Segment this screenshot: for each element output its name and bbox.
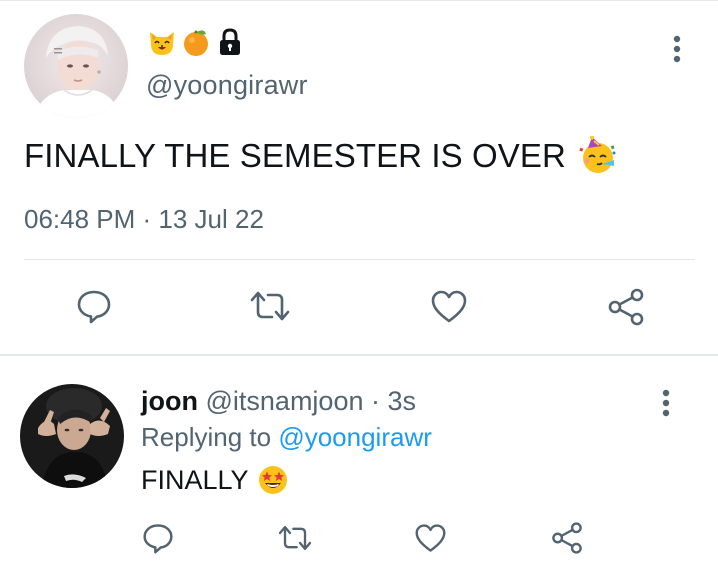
- cat-face-emoji: [146, 26, 178, 58]
- reply-text-content: FINALLY: [141, 464, 249, 495]
- tweet-text: FINALLY THE SEMESTER IS OVER: [24, 135, 618, 176]
- reply-share-icon[interactable]: [550, 521, 584, 555]
- lock-icon: [214, 26, 246, 58]
- like-icon[interactable]: [430, 289, 468, 325]
- star-struck-emoji: [257, 464, 289, 496]
- reply-icon[interactable]: [76, 288, 112, 324]
- replying-to-prefix: Replying to: [141, 422, 279, 452]
- partying-face-emoji: [578, 135, 618, 176]
- reply-time: 3s: [387, 386, 417, 416]
- reply-separator: ·: [363, 386, 388, 416]
- tangerine-emoji: [180, 26, 212, 58]
- reply-display-name[interactable]: joon: [141, 386, 198, 416]
- thread-divider: [0, 354, 718, 356]
- reply-text: FINALLY: [141, 464, 289, 496]
- share-icon[interactable]: [606, 287, 646, 327]
- tweet-text-content: FINALLY THE SEMESTER IS OVER: [24, 137, 566, 174]
- profile-badges: [146, 26, 246, 58]
- reply-avatar[interactable]: [20, 384, 124, 488]
- more-options-icon[interactable]: [666, 34, 688, 64]
- reply-user-handle[interactable]: @itsnamjoon: [206, 386, 364, 416]
- divider: [24, 259, 695, 260]
- reply-reply-icon[interactable]: [142, 522, 174, 554]
- reply-header: joon @itsnamjoon · 3s: [141, 386, 416, 417]
- reply-like-icon[interactable]: [414, 523, 447, 554]
- replying-to-line: Replying to @yoongirawr: [141, 422, 432, 453]
- retweet-icon[interactable]: [246, 288, 294, 324]
- avatar[interactable]: [24, 14, 128, 118]
- reply-retweet-icon[interactable]: [275, 522, 315, 554]
- replying-to-mention[interactable]: @yoongirawr: [278, 422, 432, 452]
- main-tweet: @yoongirawr FINALLY THE SEMESTER IS OVER: [0, 0, 718, 355]
- reply-more-options-icon[interactable]: [655, 388, 677, 418]
- tweet-timestamp: 06:48 PM · 13 Jul 22: [24, 204, 264, 234]
- user-handle[interactable]: @yoongirawr: [146, 70, 308, 101]
